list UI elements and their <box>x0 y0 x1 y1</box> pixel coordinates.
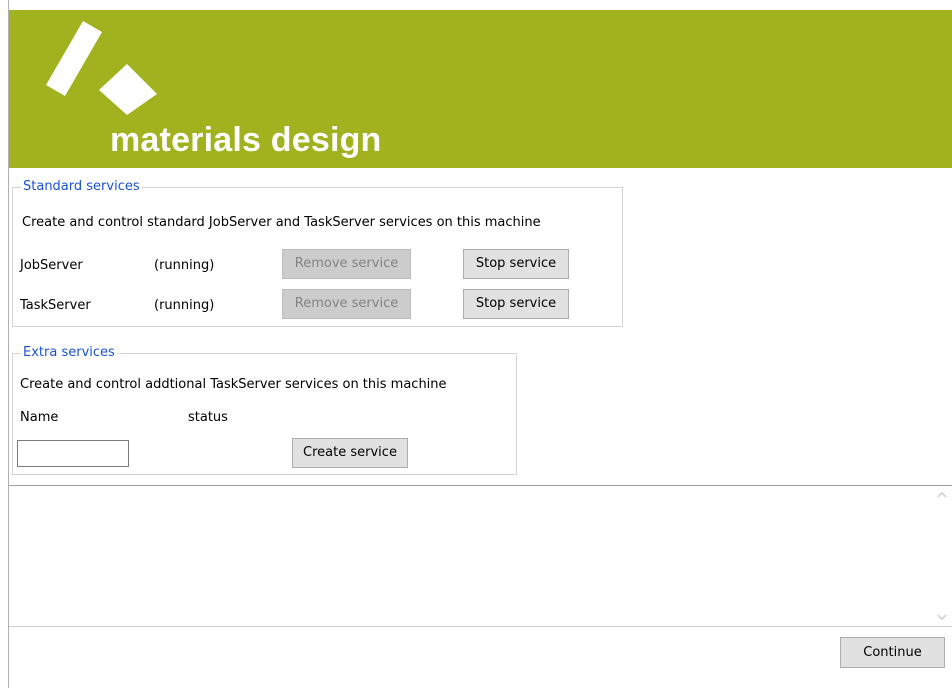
chevron-up-icon[interactable] <box>936 489 948 501</box>
standard-services-title: Standard services <box>21 178 142 196</box>
standard-services-group: Standard services Create and control sta… <box>12 178 623 327</box>
name-column-header: Name <box>20 410 59 425</box>
chevron-down-icon[interactable] <box>936 611 948 623</box>
jobserver-name: JobServer <box>20 258 83 273</box>
window-left-edge <box>0 0 9 688</box>
standard-services-description: Create and control standard JobServer an… <box>22 215 541 230</box>
taskserver-remove-service-button[interactable]: Remove service <box>282 289 411 319</box>
brand-name: materials design <box>110 121 382 159</box>
taskserver-name: TaskServer <box>20 298 91 313</box>
header-banner: materials design <box>9 10 952 168</box>
create-service-button[interactable]: Create service <box>292 438 408 468</box>
status-column-header: status <box>188 410 228 425</box>
taskserver-stop-service-button[interactable]: Stop service <box>463 289 569 319</box>
jobserver-status: (running) <box>154 258 215 273</box>
continue-button[interactable]: Continue <box>840 637 945 668</box>
service-name-input[interactable] <box>17 440 129 467</box>
extra-services-group: Extra services Create and control addtio… <box>12 344 517 475</box>
materials-design-logo-icon <box>46 21 157 115</box>
taskserver-status: (running) <box>154 298 215 313</box>
extra-services-title: Extra services <box>21 344 117 362</box>
jobserver-stop-service-button[interactable]: Stop service <box>463 249 569 279</box>
extra-services-description: Create and control addtional TaskServer … <box>20 377 447 392</box>
jobserver-remove-service-button[interactable]: Remove service <box>282 249 411 279</box>
output-log-area[interactable] <box>9 485 952 627</box>
